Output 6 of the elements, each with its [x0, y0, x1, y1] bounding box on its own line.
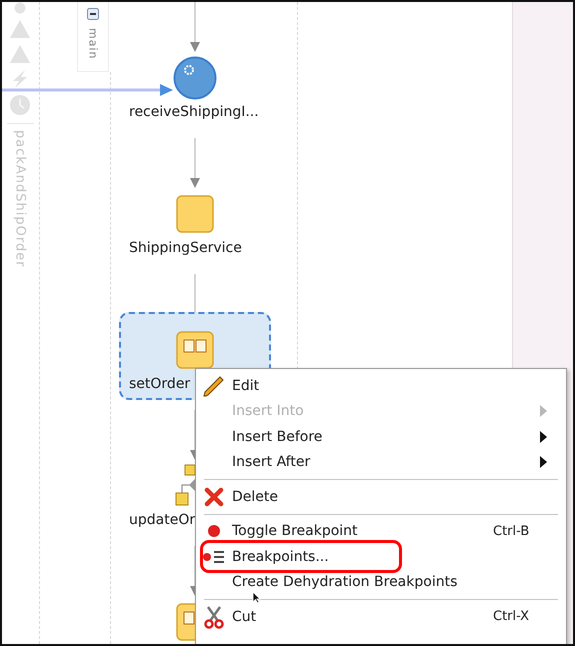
- node-label: setOrder: [129, 376, 190, 392]
- node-label: receiveShippingI...: [129, 104, 259, 120]
- node-label: updateOr: [129, 512, 196, 528]
- node-label: ShippingService: [129, 240, 242, 256]
- lane-label: main: [86, 28, 100, 60]
- scope-label: packAndShipOrder: [6, 123, 34, 274]
